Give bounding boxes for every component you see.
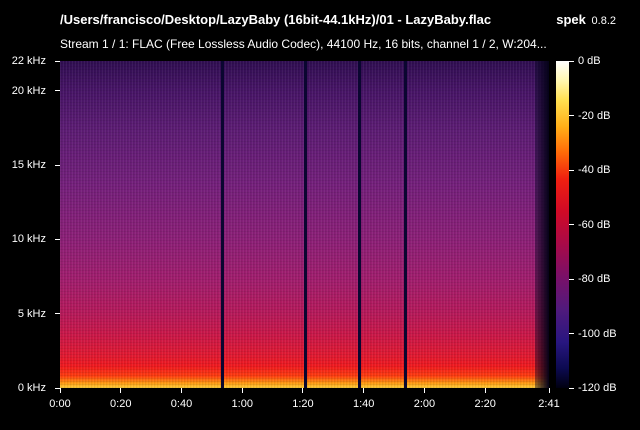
time-tick-label: 1:00 [231, 398, 253, 410]
stream-info: Stream 1 / 1: FLAC (Free Lossless Audio … [60, 37, 547, 51]
time-tick-label: 2:41 [538, 398, 560, 410]
db-tick [569, 387, 574, 389]
frequency-tick [55, 238, 60, 240]
db-tick [569, 60, 574, 62]
time-tick [59, 388, 61, 393]
app-version: 0.8.2 [591, 15, 616, 27]
time-tick-label: 2:20 [474, 398, 496, 410]
time-tick [302, 388, 304, 393]
frequency-tick-label: 0 kHz [17, 382, 46, 394]
time-tick-label: 2:00 [413, 398, 436, 410]
db-tick-label: 0 dB [578, 55, 601, 67]
time-tick-label: 1:20 [292, 398, 314, 410]
db-color-legend [556, 61, 569, 388]
time-tick [548, 388, 550, 393]
frequency-tick-label: 20 kHz [11, 84, 46, 97]
db-tick-label: -100 dB [578, 327, 617, 340]
db-tick-label: -20 dB [578, 109, 611, 122]
file-path-title: /Users/francisco/Desktop/LazyBaby (16bit… [60, 12, 492, 27]
frequency-tick [55, 164, 60, 166]
frequency-tick [55, 60, 60, 62]
spectrogram-tail-fade [535, 61, 549, 388]
frequency-tick [55, 313, 60, 315]
frequency-tick-label: 22 kHz [11, 55, 46, 67]
frequency-tick [55, 90, 60, 92]
time-tick-label: 0:20 [110, 398, 132, 410]
app-brand: spek 0.8.2 [556, 12, 616, 27]
quiet-moment-line [358, 61, 362, 388]
time-tick-label: 0:00 [49, 398, 71, 410]
quiet-moment-line [221, 61, 225, 388]
time-tick [423, 388, 425, 393]
frequency-tick-label: 5 kHz [17, 307, 46, 320]
db-tick-label: -120 dB [578, 382, 617, 394]
time-tick [120, 388, 122, 393]
time-tick [363, 388, 365, 393]
time-tick [484, 388, 486, 393]
db-tick-label: -80 dB [578, 273, 611, 285]
db-tick [569, 278, 574, 280]
app-name: spek [556, 12, 586, 27]
time-tick-label: 0:40 [170, 398, 193, 410]
quiet-moment-line [403, 61, 407, 388]
db-tick [569, 333, 574, 334]
db-tick-label: -40 dB [578, 164, 611, 176]
spectrogram-plot [60, 61, 549, 388]
time-tick [241, 388, 243, 393]
db-tick [569, 169, 574, 171]
quiet-moment-line [303, 61, 307, 388]
db-tick [569, 115, 574, 116]
db-tick-label: -60 dB [578, 218, 611, 231]
db-tick [569, 224, 574, 225]
time-tick-label: 1:40 [353, 398, 375, 410]
frequency-tick-label: 15 kHz [11, 159, 46, 172]
time-tick [180, 388, 182, 393]
frequency-tick-label: 10 kHz [11, 233, 46, 246]
